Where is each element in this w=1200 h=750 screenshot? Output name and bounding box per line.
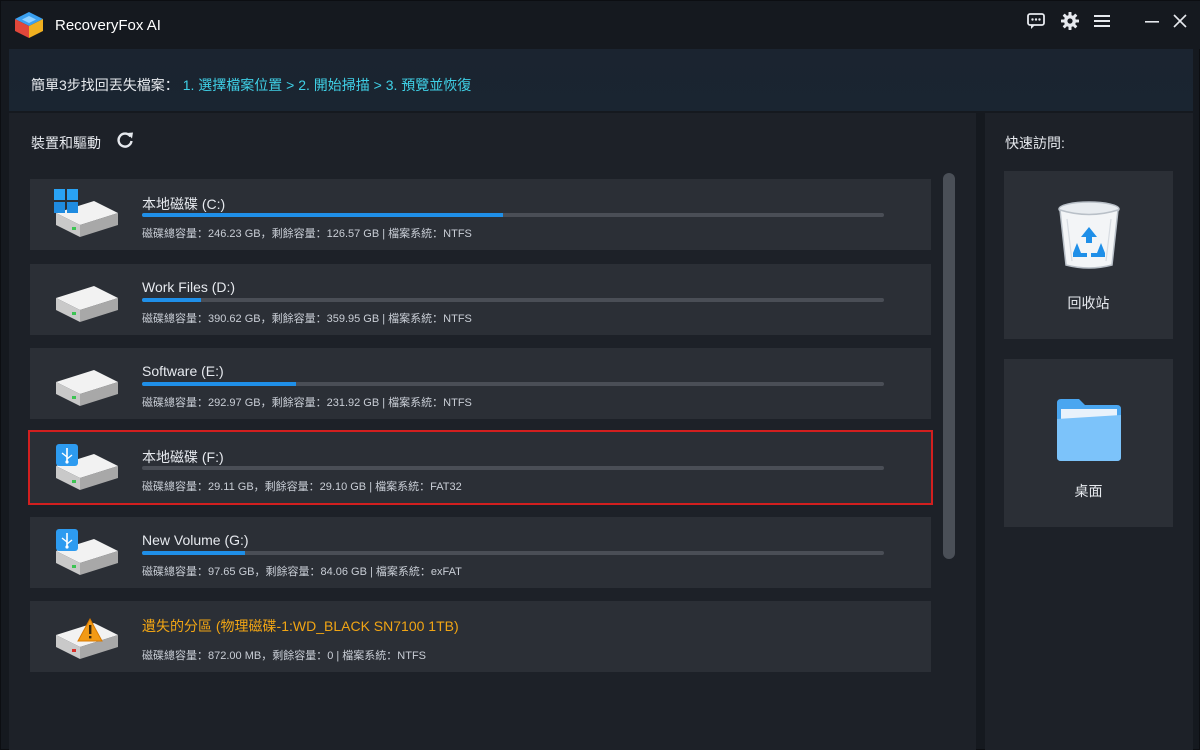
drive-info: 磁碟總容量：246.23 GB，剩餘容量：126.57 GB | 檔案系統：NT… (142, 228, 472, 240)
drive-item-f[interactable]: 本地磁碟 (F:) 磁碟總容量：29.11 GB，剩餘容量：29.10 GB |… (28, 430, 933, 505)
hard-drive-icon (56, 370, 118, 406)
drive-name: Work Files (D:) (142, 279, 236, 295)
windows-drive-icon (54, 189, 118, 237)
drive-usage-fill (142, 382, 297, 386)
usb-drive-icon (56, 444, 118, 490)
drive-name: 本地磁碟 (F:) (142, 449, 224, 465)
quick-access-recycle-bin[interactable]: 回收站 (1004, 171, 1173, 339)
drive-item-d[interactable]: Work Files (D:) 磁碟總容量：390.62 GB，剩餘容量：359… (30, 264, 931, 335)
drive-usage-bar (142, 551, 884, 555)
drive-name: Software (E:) (142, 363, 224, 379)
app-window: RecoveryFox AI 簡單3步找回丟失檔案： 1. 選擇檔案位置 > 2… (0, 0, 1200, 750)
drive-usage-fill (142, 298, 201, 302)
quick-access-panel: 快速訪問: 回收站 桌面 (985, 113, 1193, 750)
steps-prefix: 簡單3步找回丟失檔案： (31, 77, 179, 93)
devices-panel: 裝置和驅動 本地磁碟 (C:) 磁碟總容量：246.23 GB，剩餘容量：126… (9, 113, 976, 750)
drive-name: 本地磁碟 (C:) (142, 196, 226, 212)
desktop-folder-icon (1057, 399, 1121, 461)
drive-usage-fill (142, 213, 503, 217)
usb-drive-icon (56, 529, 118, 575)
refresh-icon[interactable] (115, 130, 135, 150)
app-logo-icon (15, 12, 43, 38)
drive-usage-bar (142, 213, 884, 217)
drive-usage-bar (142, 382, 884, 386)
recycle-bin-label: 回收站 (1067, 295, 1110, 311)
drive-info: 磁碟總容量：292.97 GB，剩餘容量：231.92 GB | 檔案系統：NT… (142, 397, 472, 409)
close-button[interactable] (1165, 9, 1195, 33)
drive-info: 磁碟總容量：390.62 GB，剩餘容量：359.95 GB | 檔案系統：NT… (142, 313, 472, 325)
steps-link: 1. 選擇檔案位置 > 2. 開始掃描 > 3. 預覽並恢復 (182, 77, 472, 93)
feedback-icon (1027, 13, 1045, 29)
drive-list-scrollbar[interactable] (943, 173, 957, 563)
drive-info: 磁碟總容量：97.65 GB，剩餘容量：84.06 GB | 檔案系統：exFA… (142, 566, 462, 578)
steps-banner: 簡單3步找回丟失檔案： 1. 選擇檔案位置 > 2. 開始掃描 > 3. 預覽並… (9, 49, 1193, 111)
settings-gear-icon (1061, 12, 1079, 30)
minimize-icon (1145, 21, 1159, 23)
drive-info: 磁碟總容量：872.00 MB，剩餘容量：0 | 檔案系統：NTFS (142, 650, 427, 662)
menu-icon (1094, 15, 1110, 27)
quick-access-title: 快速訪問: (1005, 135, 1065, 151)
title-bar: RecoveryFox AI (1, 1, 1200, 49)
drive-item-g[interactable]: New Volume (G:) 磁碟總容量：97.65 GB，剩餘容量：84.0… (30, 517, 931, 588)
feedback-button[interactable] (1021, 9, 1051, 33)
drive-item-e[interactable]: Software (E:) 磁碟總容量：292.97 GB，剩餘容量：231.9… (30, 348, 931, 419)
scrollbar-thumb[interactable] (943, 173, 955, 559)
hard-drive-icon (56, 286, 118, 322)
app-title: RecoveryFox AI (55, 17, 161, 34)
recycle-bin-icon (1058, 201, 1120, 269)
desktop-label: 桌面 (1074, 483, 1103, 499)
drive-name: New Volume (G:) (142, 532, 249, 548)
drive-usage-fill (142, 551, 246, 555)
drive-usage-bar (142, 298, 884, 302)
quick-access-desktop[interactable]: 桌面 (1004, 359, 1173, 527)
drive-info: 磁碟總容量：29.11 GB，剩餘容量：29.10 GB | 檔案系統：FAT3… (142, 481, 462, 493)
minimize-button[interactable] (1137, 9, 1167, 33)
drive-item-c[interactable]: 本地磁碟 (C:) 磁碟總容量：246.23 GB，剩餘容量：126.57 GB… (30, 179, 931, 250)
settings-button[interactable] (1055, 9, 1085, 33)
devices-title: 裝置和驅動 (31, 135, 101, 151)
drive-usage-bar (142, 466, 884, 470)
lost-partition-warning-icon (56, 617, 118, 659)
menu-button[interactable] (1087, 9, 1117, 33)
drive-item-lost-partition[interactable]: 遺失的分區 (物理磁碟-1:WD_BLACK SN7100 1TB) 磁碟總容量… (30, 601, 931, 672)
drive-name: 遺失的分區 (物理磁碟-1:WD_BLACK SN7100 1TB) (142, 618, 459, 634)
close-icon (1173, 14, 1187, 28)
steps-guide: 簡單3步找回丟失檔案： 1. 選擇檔案位置 > 2. 開始掃描 > 3. 預覽並… (31, 75, 471, 95)
